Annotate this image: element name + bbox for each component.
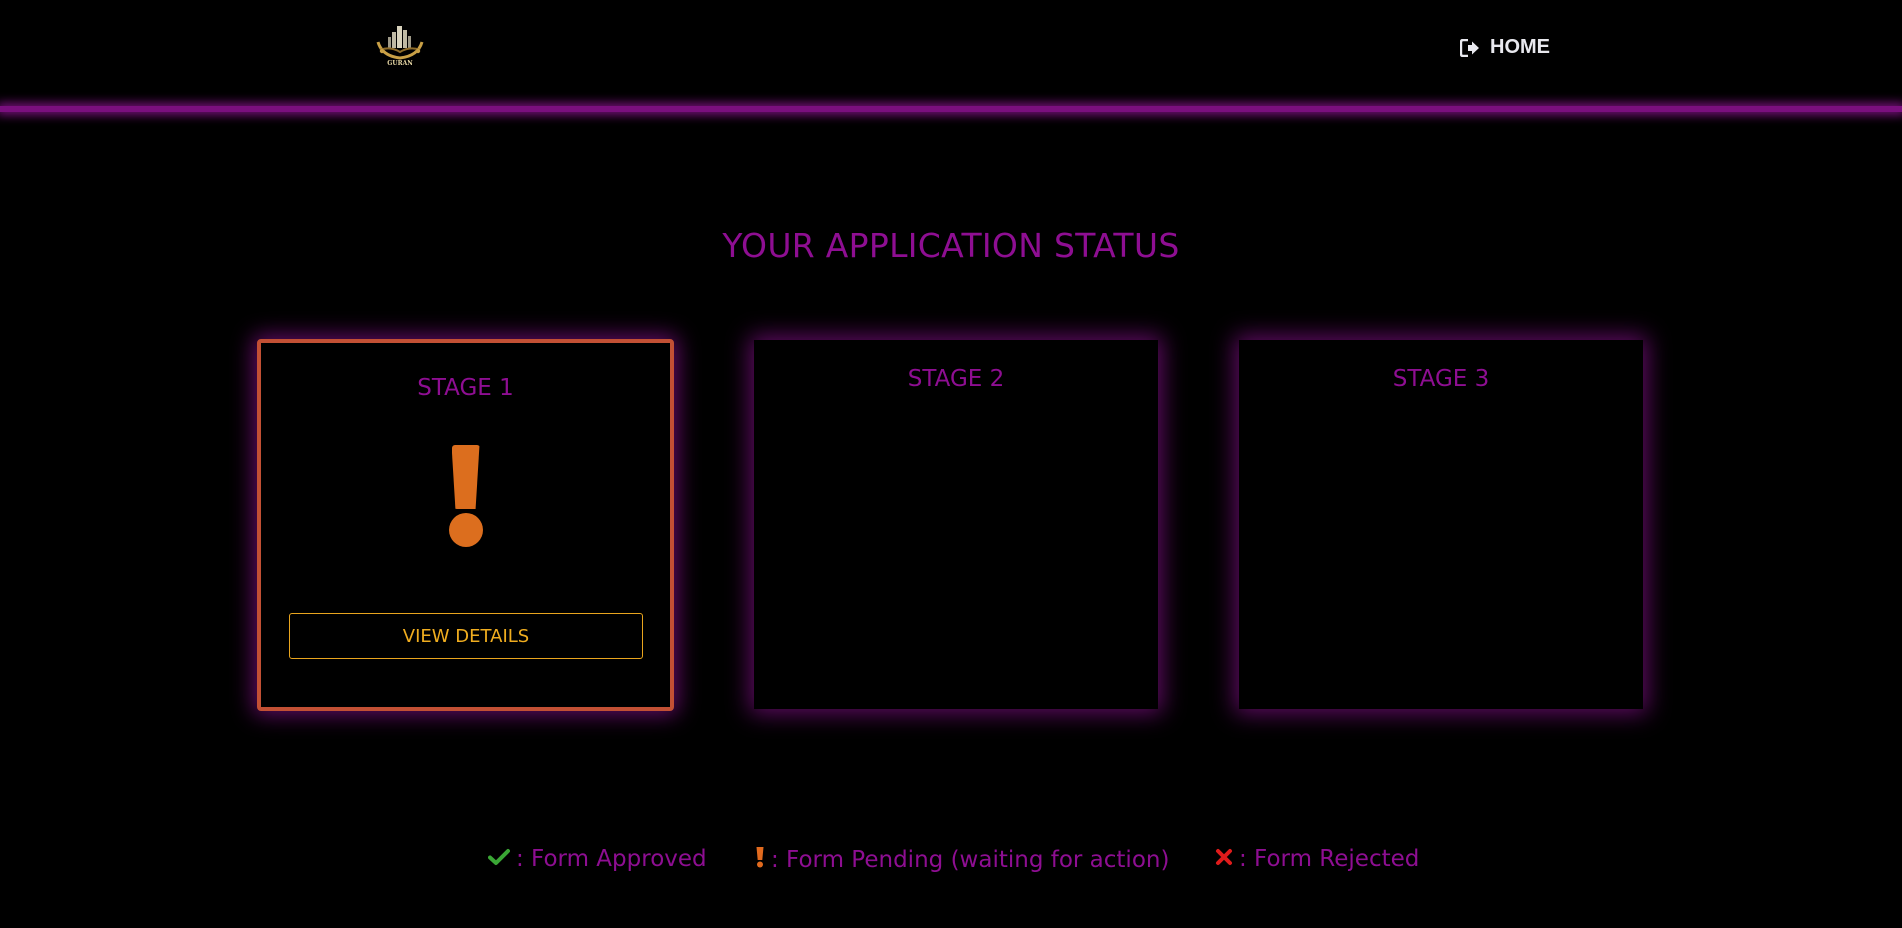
- home-link[interactable]: HOME: [1460, 36, 1550, 59]
- page-title: YOUR APPLICATION STATUS: [722, 226, 1180, 265]
- view-details-button[interactable]: VIEW DETAILS: [289, 613, 643, 659]
- stage-card-2: STAGE 2: [754, 340, 1158, 709]
- stage-label: STAGE 2: [907, 366, 1005, 392]
- exclamation-icon: [755, 846, 765, 874]
- application-status-page: GURAN HOME YOUR APPLICATION STATUS STAGE…: [0, 0, 1902, 928]
- legend-pending-label: : Form Pending (waiting for action): [771, 847, 1170, 873]
- stage-card-1: STAGE 1 VIEW DETAILS: [257, 339, 674, 711]
- stage-card-3: STAGE 3: [1239, 340, 1643, 709]
- legend-pending: : Form Pending (waiting for action): [755, 846, 1169, 874]
- sign-out-icon: [1460, 38, 1480, 57]
- legend-rejected-label: : Form Rejected: [1239, 846, 1420, 872]
- logo-text: GURAN: [387, 60, 413, 67]
- home-label: HOME: [1490, 36, 1550, 58]
- navbar: GURAN HOME: [0, 0, 1902, 106]
- exclamation-icon: [448, 445, 483, 547]
- logo[interactable]: GURAN: [372, 20, 428, 74]
- status-legend: : Form Approved : Form Pending (waiting …: [0, 846, 1902, 876]
- legend-approved-label: : Form Approved: [516, 846, 707, 872]
- logo-graphic: [376, 26, 424, 60]
- stage-label: STAGE 1: [417, 375, 514, 401]
- legend-rejected: : Form Rejected: [1215, 846, 1419, 872]
- legend-approved: : Form Approved: [488, 846, 707, 872]
- x-icon: [1215, 846, 1233, 872]
- check-icon: [488, 846, 510, 872]
- header-divider: [0, 106, 1902, 112]
- stage-label: STAGE 3: [1392, 366, 1490, 392]
